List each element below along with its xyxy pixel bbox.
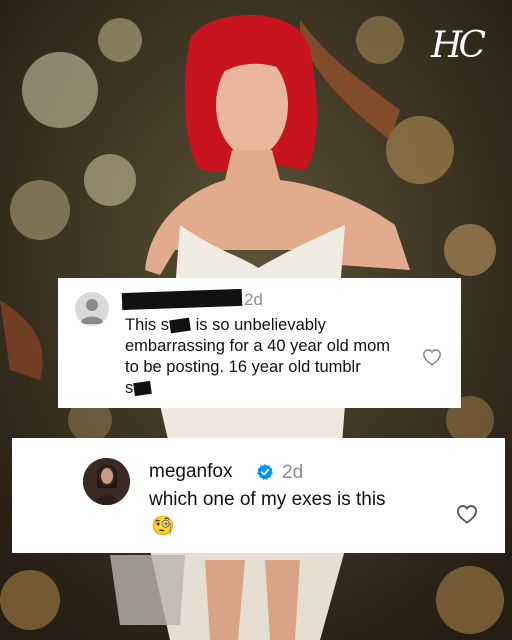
like-heart-icon[interactable] [422, 348, 442, 366]
comment-text-line1b: is so unbelievably [191, 316, 326, 334]
profile-photo-icon [83, 458, 130, 505]
comment-text-line4: s [125, 379, 134, 397]
censor-mark [133, 381, 153, 397]
redacted-username [121, 288, 243, 311]
verified-badge-icon [257, 464, 273, 480]
publication-logo: HC [431, 25, 486, 66]
comment-card-1: 2d This s is so unbelievably embarrassin… [58, 278, 461, 408]
comment-text-line3: to be posting. 16 year old tumblr [125, 358, 361, 376]
user-avatar[interactable] [83, 458, 130, 505]
comment-card-2: meganfox 2d which one of my exes is this… [12, 438, 505, 553]
default-avatar-icon [80, 299, 104, 324]
censor-mark [169, 317, 191, 334]
comment-text-line2: embarrassing for a 40 year old mom [125, 337, 391, 355]
comment-text: This s is so unbelievably embarrassing f… [125, 315, 445, 399]
like-heart-icon[interactable] [456, 504, 478, 524]
username[interactable]: meganfox [149, 461, 232, 483]
comment-text: which one of my exes is this [149, 489, 386, 510]
comment-timestamp: 2d [244, 290, 263, 309]
comment-timestamp: 2d [282, 462, 304, 483]
default-avatar [75, 292, 109, 326]
comment-text-line1a: This s [125, 316, 170, 334]
monocle-face-emoji: 🧐 [151, 516, 175, 537]
